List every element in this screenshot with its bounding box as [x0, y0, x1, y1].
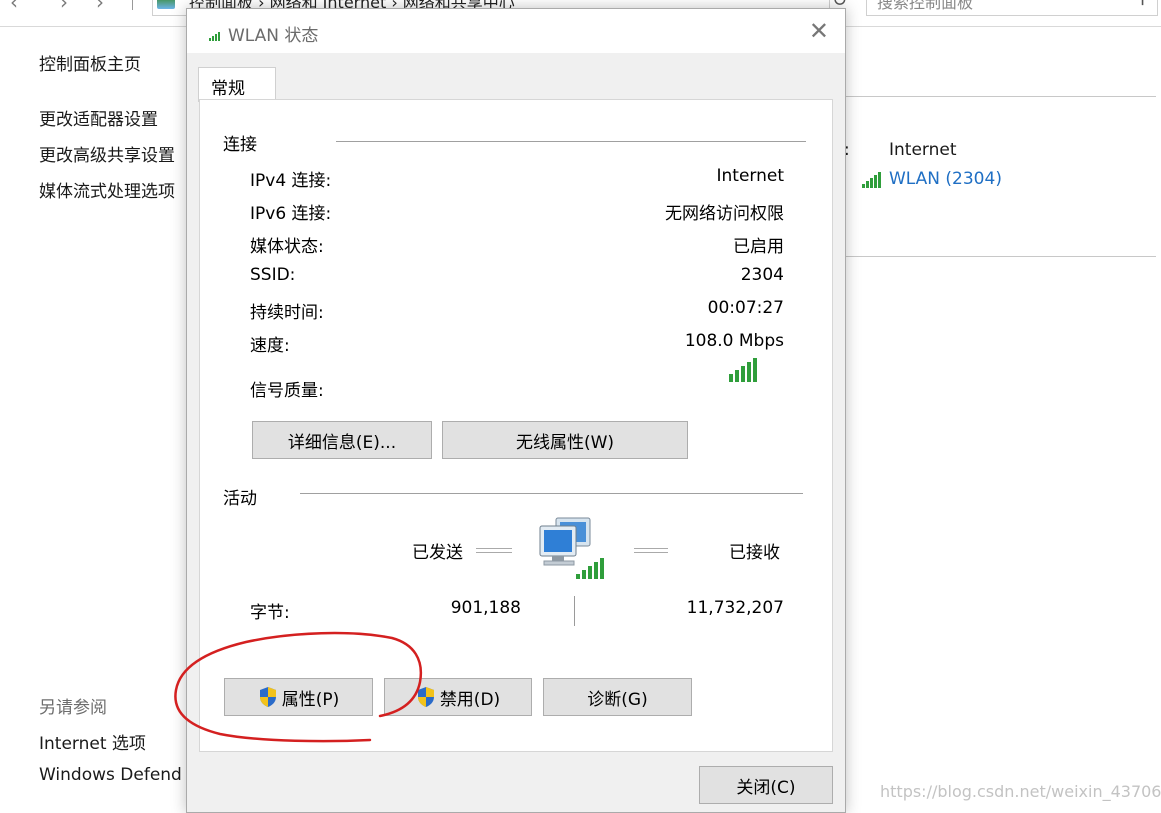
ssid-label: SSID: [250, 265, 296, 285]
back-arrow-icon[interactable]: ‹ [10, 0, 18, 14]
internet-options-link[interactable]: Internet 选项 [39, 729, 146, 754]
nav-separator [132, 0, 133, 10]
received-label: 已接收 [729, 543, 780, 563]
tab-general[interactable]: 常规 [198, 67, 276, 102]
activity-line-right [634, 548, 668, 553]
bytes-divider [574, 596, 575, 626]
close-icon[interactable]: ✕ [809, 17, 829, 45]
signal-bar [729, 374, 733, 382]
general-tab-panel: 连接 IPv4 连接: Internet IPv6 连接: 无网络访问权限 媒体… [199, 99, 833, 752]
ipv6-value: 无网络访问权限 [665, 204, 784, 224]
diagnose-button[interactable]: 诊断(G) [543, 678, 692, 716]
ipv4-value: Internet [716, 166, 784, 186]
change-adapter-settings-link[interactable]: 更改适配器设置 [39, 105, 158, 130]
disable-button[interactable]: 禁用(D) [384, 678, 532, 716]
disable-button-label: 禁用(D) [439, 689, 501, 710]
search-icon[interactable]: ⚲ [1136, 0, 1149, 8]
tab-label: 常规 [211, 79, 245, 99]
forward-arrow-icon[interactable]: › [60, 0, 68, 14]
media-state-label: 媒体状态: [250, 237, 324, 257]
properties-button-label: 属性(P) [281, 689, 340, 710]
speed-label: 速度: [250, 336, 290, 356]
close-button[interactable]: 关闭(C) [699, 766, 833, 804]
details-button[interactable]: 详细信息(E)... [252, 421, 432, 459]
access-type-value: Internet [889, 140, 957, 160]
section-divider [844, 256, 1156, 257]
bytes-received-value: 11,732,207 [686, 598, 784, 618]
group-divider [336, 141, 806, 142]
group-divider [300, 493, 803, 494]
windows-defender-link[interactable]: Windows Defend [39, 765, 182, 785]
wireless-properties-button[interactable]: 无线属性(W) [442, 421, 688, 459]
control-panel-home-link[interactable]: 控制面板主页 [39, 50, 141, 75]
signal-bar [753, 358, 757, 382]
media-streaming-link[interactable]: 媒体流式处理选项 [39, 177, 175, 202]
ipv6-label: IPv6 连接: [250, 204, 332, 224]
bytes-sent-value: 901,188 [450, 598, 521, 618]
uac-shield-icon [417, 687, 434, 707]
see-also-title: 另请参阅 [39, 698, 107, 718]
signal-bar [747, 362, 751, 382]
dialog-title: WLAN 状态 [228, 26, 319, 46]
dialog-titlebar[interactable]: WLAN 状态 ✕ [187, 9, 845, 53]
search-placeholder: 搜索控制面板 [877, 0, 974, 12]
connection-group-title: 连接 [223, 135, 257, 155]
duration-label: 持续时间: [250, 303, 324, 323]
wifi-signal-icon [862, 171, 881, 188]
signal-quality-icon [729, 358, 757, 382]
duration-value: 00:07:27 [707, 298, 784, 318]
search-input[interactable]: 搜索控制面板 ⚲ [866, 0, 1158, 16]
bytes-label: 字节: [250, 603, 290, 623]
watermark: https://blog.csdn.net/weixin_43706664 [880, 782, 1161, 801]
media-state-value: 已启用 [733, 237, 784, 257]
activity-group-title: 活动 [223, 489, 257, 509]
wifi-signal-icon [209, 31, 220, 41]
change-advanced-sharing-link[interactable]: 更改高级共享设置 [39, 141, 175, 166]
up-arrow-icon[interactable]: › [96, 0, 104, 14]
properties-button[interactable]: 属性(P) [224, 678, 373, 716]
speed-value: 108.0 Mbps [684, 331, 784, 351]
wlan-status-dialog: WLAN 状态 ✕ 常规 连接 IPv4 连接: Internet IPv6 连… [186, 8, 846, 813]
wlan-connection-link[interactable]: WLAN (2304) [889, 169, 1002, 189]
network-computers-icon [539, 517, 604, 579]
ipv4-label: IPv4 连接: [250, 171, 332, 191]
signal-bar [741, 366, 745, 382]
control-panel-icon [157, 0, 175, 9]
signal-quality-label: 信号质量: [250, 381, 324, 401]
section-divider [844, 96, 1156, 97]
signal-bar [735, 370, 739, 382]
uac-shield-icon [259, 687, 276, 707]
ssid-value: 2304 [740, 265, 784, 285]
activity-line-left [476, 548, 512, 553]
sent-label: 已发送 [412, 543, 463, 563]
